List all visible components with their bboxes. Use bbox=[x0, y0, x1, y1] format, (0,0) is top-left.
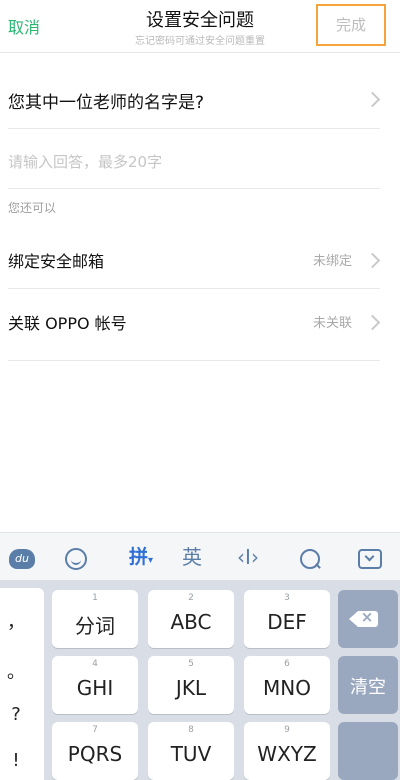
link-oppo-account-row[interactable]: 关联 OPPO 帐号 未关联 bbox=[0, 297, 400, 345]
key-1[interactable]: 1 分词 bbox=[52, 590, 138, 648]
bind-email-row[interactable]: 绑定安全邮箱 未绑定 bbox=[0, 235, 400, 283]
search-icon[interactable] bbox=[292, 542, 328, 572]
key-label: MNO bbox=[263, 676, 311, 700]
divider bbox=[8, 188, 380, 189]
pinyin-label: 拼 bbox=[128, 546, 148, 568]
english-mode-button[interactable]: 英 bbox=[174, 542, 210, 572]
punct-comma-key[interactable]: ， bbox=[0, 608, 32, 634]
pinyin-caret-icon: ▾ bbox=[147, 555, 154, 566]
key-9[interactable]: 9 WXYZ bbox=[244, 722, 330, 780]
bind-email-label: 绑定安全邮箱 bbox=[8, 252, 105, 271]
emoji-icon[interactable] bbox=[58, 542, 94, 572]
key-label: ABC bbox=[170, 610, 212, 634]
done-button[interactable]: 完成 bbox=[316, 4, 386, 46]
security-question-selector[interactable]: 您其中一位老师的名字是? bbox=[0, 76, 400, 122]
key-3[interactable]: 3 DEF bbox=[244, 590, 330, 648]
key-number: 6 bbox=[284, 659, 290, 669]
punct-question-key[interactable]: ? bbox=[0, 704, 32, 725]
keyboard-toolbar: du 拼▾ 英 ‹I› bbox=[0, 532, 400, 581]
key-label: JKL bbox=[175, 676, 207, 700]
key-5[interactable]: 5 JKL bbox=[148, 656, 234, 714]
bind-email-status: 未绑定 bbox=[312, 254, 352, 269]
security-question-text: 您其中一位老师的名字是? bbox=[8, 93, 205, 113]
key-label: PQRS bbox=[67, 742, 123, 766]
enter-key[interactable] bbox=[338, 722, 398, 780]
chevron-right-icon bbox=[364, 91, 381, 108]
pinyin-mode-button[interactable]: 拼▾ bbox=[120, 542, 162, 572]
divider bbox=[8, 288, 380, 289]
key-8[interactable]: 8 TUV bbox=[148, 722, 234, 780]
key-number: 4 bbox=[92, 659, 98, 669]
punctuation-column[interactable]: ， 。 ? ! bbox=[0, 588, 44, 780]
key-number: 2 bbox=[188, 593, 194, 603]
link-oppo-account-label: 关联 OPPO 帐号 bbox=[8, 314, 127, 333]
key-number: 7 bbox=[92, 725, 98, 735]
backspace-icon bbox=[349, 608, 378, 627]
key-2[interactable]: 2 ABC bbox=[148, 590, 234, 648]
chevron-right-icon bbox=[364, 252, 381, 269]
clear-key[interactable]: 清空 bbox=[338, 656, 398, 714]
punct-period-key[interactable]: 。 bbox=[0, 658, 32, 684]
delete-key[interactable] bbox=[338, 590, 398, 648]
key-4[interactable]: 4 GHI bbox=[52, 656, 138, 714]
divider bbox=[8, 360, 380, 361]
key-label: 分词 bbox=[75, 614, 115, 638]
clear-label: 清空 bbox=[350, 677, 386, 698]
hide-keyboard-icon[interactable] bbox=[352, 542, 388, 572]
nav-header: 取消 设置安全问题 忘记密码可通过安全问题重置 完成 bbox=[0, 0, 400, 53]
punct-exclaim-key[interactable]: ! bbox=[0, 750, 32, 771]
key-label: GHI bbox=[76, 676, 114, 700]
answer-placeholder: 请输入回答，最多20字 bbox=[8, 153, 163, 171]
divider bbox=[8, 128, 380, 129]
key-number: 8 bbox=[188, 725, 194, 735]
key-label: WXYZ bbox=[257, 742, 317, 766]
keyboard-body: ， 。 ? ! 1 分词 2 ABC 3 DEF 4 GHI 5 JKL 6 M… bbox=[0, 580, 400, 780]
key-number: 1 bbox=[92, 593, 98, 603]
key-7[interactable]: 7 PQRS bbox=[52, 722, 138, 780]
cursor-move-icon[interactable]: ‹I› bbox=[230, 542, 266, 572]
key-label: TUV bbox=[170, 742, 212, 766]
answer-input[interactable]: 请输入回答，最多20字 bbox=[0, 142, 400, 178]
chevron-right-icon bbox=[364, 314, 381, 331]
key-number: 3 bbox=[284, 593, 290, 603]
link-oppo-account-status: 未关联 bbox=[312, 316, 352, 331]
hint-text: 您还可以 bbox=[8, 201, 57, 215]
key-number: 5 bbox=[188, 659, 194, 669]
key-label: DEF bbox=[267, 610, 307, 634]
keyboard-logo-icon[interactable]: du bbox=[4, 542, 40, 572]
key-number: 9 bbox=[284, 725, 290, 735]
key-6[interactable]: 6 MNO bbox=[244, 656, 330, 714]
keyboard-logo-badge: du bbox=[9, 548, 35, 569]
